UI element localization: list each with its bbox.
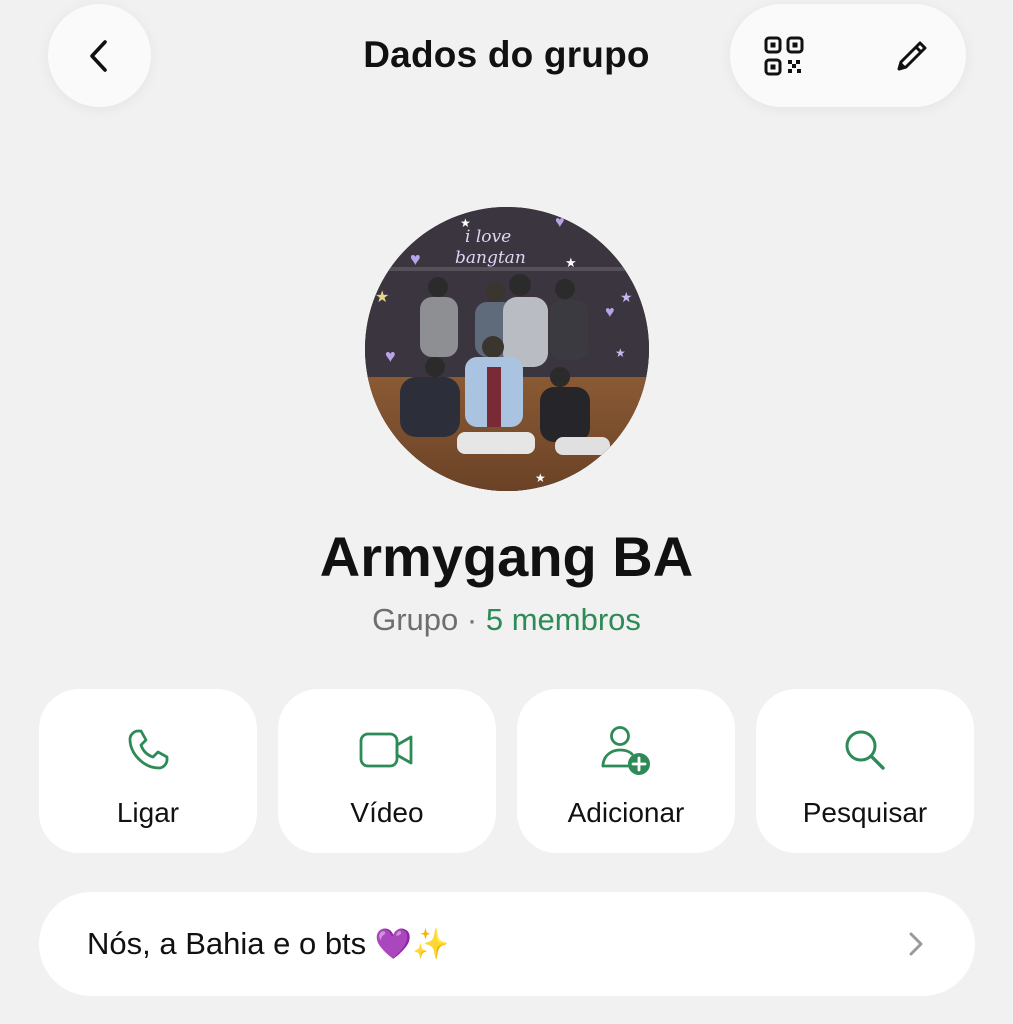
purple-heart-emoji: 💜	[374, 928, 413, 961]
add-user-icon	[601, 726, 650, 775]
search-label: Pesquisar	[802, 797, 928, 828]
group-description-row[interactable]: Nós, a Bahia e o bts 💜✨	[39, 892, 975, 996]
qr-code-button[interactable]	[764, 36, 804, 76]
add-member-label: Adicionar	[567, 797, 685, 828]
svg-text:♥: ♥	[605, 304, 615, 321]
description-text: Nós, a Bahia e o bts	[87, 926, 367, 961]
group-description: Nós, a Bahia e o bts 💜✨	[87, 926, 905, 962]
svg-text:★: ★	[375, 289, 389, 306]
group-type: Grupo	[372, 602, 459, 637]
svg-text:♥: ♥	[385, 346, 396, 366]
sparkles-emoji: ✨	[412, 928, 450, 961]
add-member-button[interactable]: Adicionar	[517, 689, 735, 853]
call-label: Ligar	[116, 797, 180, 828]
pencil-icon	[897, 41, 927, 70]
qr-code-icon	[764, 36, 804, 75]
avatar-caption-1: i love	[465, 227, 511, 247]
group-subtitle: Grupo · 5 membros	[0, 602, 1013, 638]
svg-text:★: ★	[565, 255, 577, 270]
group-name: Armygang BA	[319, 525, 694, 588]
svg-text:★: ★	[620, 289, 633, 305]
members-link[interactable]: 5 membros	[486, 602, 641, 637]
video-button[interactable]: Vídeo	[278, 689, 496, 853]
group-photo: ♥ ♥ ♥ ♥ ★ ★ ★ ★ ★ ★ i love bangtan	[365, 207, 649, 491]
svg-text:★: ★	[615, 346, 626, 360]
group-avatar[interactable]: ♥ ♥ ♥ ♥ ★ ★ ★ ★ ★ ★ i love bangtan	[365, 207, 649, 491]
subtitle-separator: ·	[466, 602, 478, 637]
phone-icon	[128, 729, 169, 770]
edit-button[interactable]	[892, 36, 932, 76]
svg-text:♥: ♥	[555, 214, 565, 231]
svg-text:★: ★	[535, 471, 546, 485]
call-button[interactable]: Ligar	[39, 689, 257, 853]
search-icon	[845, 730, 885, 770]
svg-text:♥: ♥	[410, 249, 421, 269]
video-camera-icon	[359, 732, 413, 768]
search-button[interactable]: Pesquisar	[756, 689, 974, 853]
avatar-caption-2: bangtan	[455, 248, 526, 268]
video-label: Vídeo	[350, 797, 424, 828]
header-actions	[730, 4, 966, 107]
chevron-right-icon	[909, 932, 923, 956]
action-row: Ligar Vídeo Adicionar Pesquisar	[39, 689, 975, 853]
